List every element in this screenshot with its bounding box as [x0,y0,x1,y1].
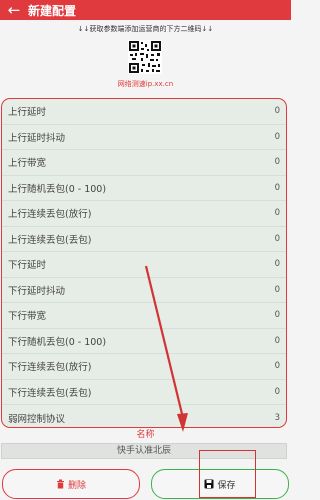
row-value: 0 [274,157,280,168]
row-downlink-delay[interactable]: 下行延时 0 [2,252,286,278]
row-value: 0 [274,208,280,219]
row-label: 下行延时 [8,260,47,272]
delete-button-label: 删除 [67,480,86,491]
delete-button[interactable]: 删除 [2,469,140,499]
qr-code-image [128,40,162,74]
row-uplink-jitter[interactable]: 上行延时抖动 0 [2,125,286,150]
row-label: 上行延时 [8,107,47,119]
row-weak-network-protocol[interactable]: 弱网控制协议 3 [2,405,286,427]
row-label: 上行带宽 [8,158,47,170]
row-downlink-burst-drop[interactable]: 下行连续丢包(丢包) 0 [2,380,286,405]
row-label: 下行连续丢包(丢包) [8,387,92,399]
config-card: 上行延时 0 上行延时抖动 0 上行带宽 0 上行随机丢包(0 - 100) 0 上行连… [1,98,287,428]
row-label: 上行连续丢包(丢包) [8,234,92,246]
row-label: 弱网控制协议 [8,413,66,425]
row-value: 0 [274,259,280,270]
row-value: 0 [274,335,280,346]
row-value: 3 [274,412,280,423]
row-value: 0 [274,182,280,193]
row-uplink-delay[interactable]: 上行延时 0 [2,99,286,125]
row-uplink-burst-drop[interactable]: 上行连续丢包(丢包) 0 [2,227,286,252]
row-downlink-bandwidth[interactable]: 下行带宽 0 [2,303,286,329]
back-arrow-icon[interactable]: ← [0,0,28,20]
row-label: 上行连续丢包(放行) [8,209,92,221]
app-bar: ← 新建配置 [0,0,291,20]
row-uplink-burst-pass[interactable]: 上行连续丢包(放行) 0 [2,201,286,227]
row-uplink-random-loss[interactable]: 上行随机丢包(0 - 100) 0 [2,176,286,201]
name-label: 名称 [136,430,155,440]
row-downlink-burst-pass[interactable]: 下行连续丢包(放行) 0 [2,354,286,380]
trash-icon [56,479,65,489]
row-value: 0 [274,284,280,295]
row-value: 0 [274,131,280,142]
row-value: 0 [274,386,280,397]
row-downlink-jitter[interactable]: 下行延时抖动 0 [2,278,286,303]
qr-hint-text: ↓↓获取参数端添加运营商的下方二维码↓↓ [77,25,214,33]
row-label: 下行连续丢包(放行) [8,362,92,374]
row-value: 0 [274,361,280,372]
row-value: 0 [274,233,280,244]
row-label: 下行延时抖动 [8,285,66,297]
row-label: 下行随机丢包(0 - 100) [8,336,107,348]
row-label: 上行延时抖动 [8,132,66,144]
row-downlink-random-loss[interactable]: 下行随机丢包(0 - 100) 0 [2,329,286,354]
row-value: 0 [274,106,280,117]
row-uplink-bandwidth[interactable]: 上行带宽 0 [2,150,286,176]
speedtest-link[interactable]: 网络测速ip.xx.cn [0,79,291,89]
page-title: 新建配置 [28,3,77,18]
row-value: 0 [274,310,280,321]
annotation-highlight-box [199,450,256,498]
row-label: 下行带宽 [8,311,47,323]
row-label: 上行随机丢包(0 - 100) [8,183,107,195]
